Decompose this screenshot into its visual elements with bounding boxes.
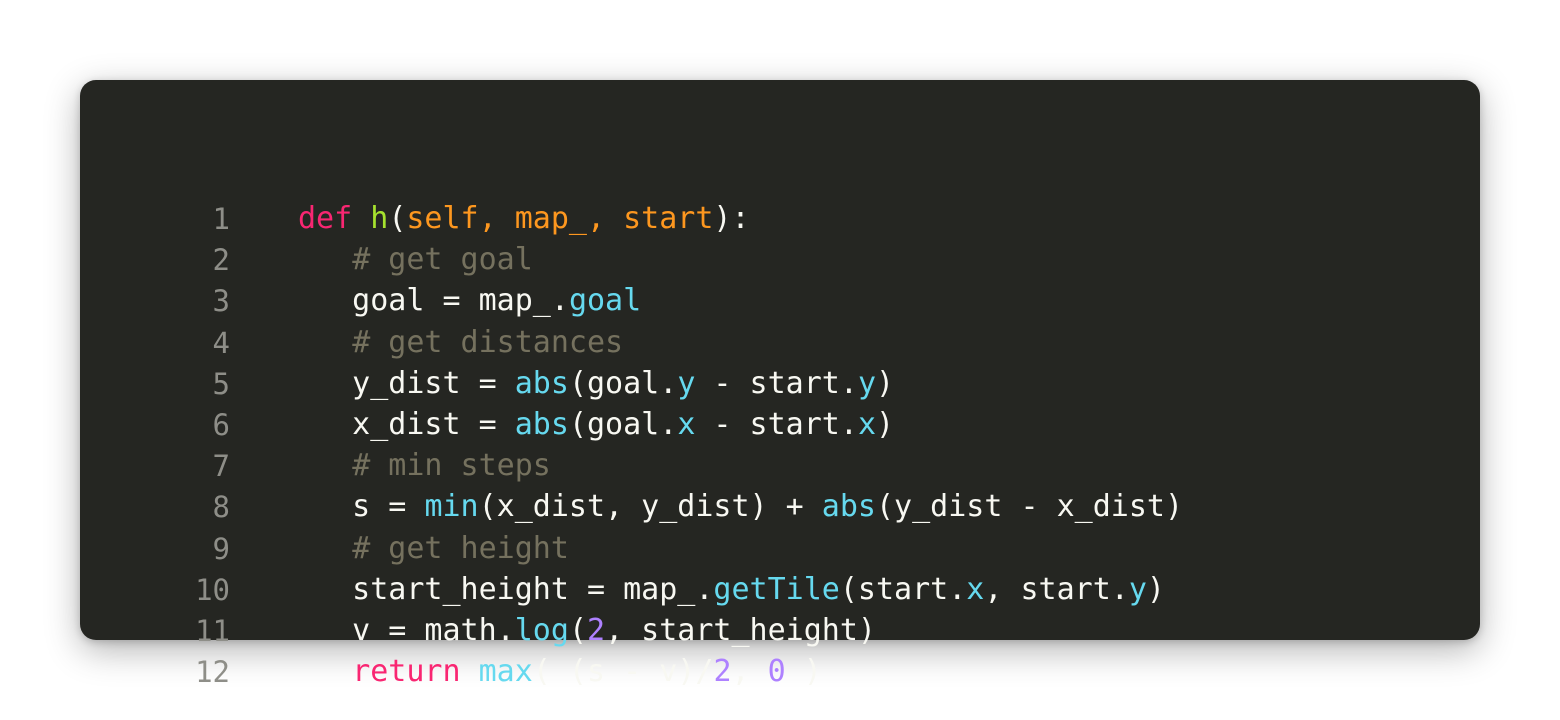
code-token: y	[677, 365, 696, 401]
code-token: max	[478, 654, 533, 690]
code-line: 10 start_height = map_.getTile(start.x, …	[80, 569, 1480, 610]
code-token: min	[424, 489, 479, 525]
code-line: 7 # min steps	[80, 445, 1480, 486]
code-line: 2 # get goal	[80, 239, 1480, 280]
line-source: goal = map_.goal	[298, 280, 641, 321]
code-line: 1 def h(self, map_, start):	[80, 198, 1480, 239]
line-number: 4	[212, 325, 230, 360]
code-token: - start.	[695, 365, 858, 401]
code-token: )	[1146, 571, 1165, 607]
code-token: start_height = map_.	[298, 571, 714, 607]
line-source: y_dist = abs(goal.y - start.y)	[298, 363, 894, 404]
line-source: return max( (s - v)/2, 0 )	[298, 651, 822, 692]
code-token: # get height	[352, 530, 569, 566]
code-token: goal = map_.	[298, 283, 569, 319]
code-line: 8 s = min(x_dist, y_dist) + abs(y_dist -…	[80, 486, 1480, 527]
code-token: (x_dist, y_dist) +	[478, 489, 822, 525]
code-token: goal	[568, 283, 642, 319]
line-number: 12	[195, 655, 230, 690]
code-token: (goal.	[568, 406, 678, 442]
line-number: 2	[212, 243, 230, 278]
line-source: s = min(x_dist, y_dist) + abs(y_dist - x…	[298, 486, 1183, 527]
line-source: x_dist = abs(goal.x - start.x)	[298, 404, 894, 445]
code-token: abs	[514, 365, 569, 401]
code-token: return	[352, 654, 461, 690]
code-line: 5 y_dist = abs(goal.y - start.y)	[80, 363, 1480, 404]
line-source: # get goal	[298, 239, 533, 280]
code-block: 1 def h(self, map_, start): 2 # get goal 3 …	[80, 198, 1480, 692]
line-number: 6	[212, 407, 230, 442]
code-token: self, map_, start	[406, 201, 714, 236]
line-number: 11	[195, 613, 230, 648]
code-line: 11 v = math.log(2, start_height)	[80, 610, 1480, 651]
code-token: y_dist =	[298, 365, 515, 401]
code-token: , start.	[984, 571, 1129, 607]
code-token: abs	[821, 489, 876, 525]
code-token: (goal.	[568, 365, 678, 401]
line-source: # get distances	[298, 322, 623, 363]
code-token: )	[876, 365, 895, 401]
line-source: # min steps	[298, 445, 551, 486]
code-token: x	[966, 571, 985, 607]
code-token: 0	[767, 654, 786, 690]
code-token: getTile	[713, 571, 840, 607]
line-number: 1	[212, 202, 230, 236]
code-token: x	[677, 406, 696, 442]
line-number: 8	[212, 490, 230, 525]
code-token: x_dist =	[298, 406, 515, 442]
code-token: (start.	[839, 571, 967, 607]
line-source: v = math.log(2, start_height)	[298, 610, 876, 651]
code-token: s =	[298, 489, 425, 525]
code-token: ):	[713, 201, 750, 236]
line-source: def h(self, map_, start):	[298, 198, 750, 239]
code-token: def	[298, 201, 353, 236]
line-source: # get height	[298, 528, 569, 569]
line-number: 7	[212, 449, 230, 484]
code-line: 3 goal = map_.goal	[80, 280, 1480, 321]
code-token: abs	[514, 406, 569, 442]
code-token: # min steps	[352, 448, 551, 484]
code-token: )	[876, 406, 895, 442]
line-number: 3	[212, 284, 230, 319]
code-token: y	[857, 365, 876, 401]
code-token: # get goal	[352, 242, 533, 278]
code-token: x	[857, 406, 876, 442]
code-token: )	[785, 654, 822, 690]
code-token: y	[1128, 571, 1147, 607]
code-token: (	[568, 612, 587, 648]
line-number: 10	[195, 572, 230, 607]
code-token: # get distances	[352, 324, 624, 360]
line-number: 9	[212, 531, 230, 566]
code-token: (y_dist - x_dist)	[875, 489, 1184, 525]
code-token: log	[514, 612, 569, 648]
code-line: 6 x_dist = abs(goal.x - start.x)	[80, 404, 1480, 445]
code-line: 9 # get height	[80, 528, 1480, 569]
line-number: 5	[212, 366, 230, 401]
line-source: start_height = map_.getTile(start.x, sta…	[298, 569, 1165, 610]
code-line: 12 return max( (s - v)/2, 0 )	[80, 651, 1480, 692]
code-token: 2	[713, 654, 732, 690]
code-token: v = math.	[298, 612, 515, 648]
code-token: ,	[731, 654, 768, 690]
code-token: 2	[587, 612, 606, 648]
code-token: - start.	[695, 406, 858, 442]
code-token: h	[370, 201, 389, 236]
code-token: , start_height)	[605, 612, 876, 648]
code-token: ( (s - v)/	[532, 654, 714, 690]
code-token: (	[388, 201, 407, 236]
code-line: 4 # get distances	[80, 322, 1480, 363]
code-window: 1 def h(self, map_, start): 2 # get goal 3 …	[80, 80, 1480, 689]
